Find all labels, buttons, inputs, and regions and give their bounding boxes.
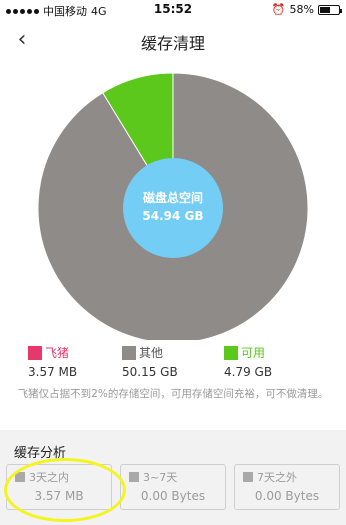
square-icon <box>129 472 139 482</box>
center-label: 磁盘总空间 <box>142 190 203 205</box>
center-value: 54.94 GB <box>142 209 203 223</box>
cache-analysis-section: 缓存分析 3天之内 3.57 MB 3~7天 0.00 Bytes 7天之外 0… <box>0 430 346 525</box>
tile-label: 3~7天 <box>143 471 178 484</box>
legend-swatch <box>122 345 136 360</box>
tile-label: 3天之内 <box>29 471 69 484</box>
page-title: 缓存清理 <box>140 34 205 53</box>
battery-icon <box>318 4 342 15</box>
disk-usage-chart: 磁盘总空间 54.94 GB <box>0 60 346 344</box>
chart-legend: 飞猪 3.57 MB 其他 50.15 GB 可用 4.79 GB <box>0 340 346 380</box>
square-icon <box>243 472 253 482</box>
nav-bar: ‹ 缓存清理 <box>0 20 346 60</box>
legend-swatch <box>28 345 42 360</box>
legend-item-other: 其他 50.15 GB <box>122 344 178 379</box>
tile-value: 0.00 Bytes <box>254 489 320 503</box>
pie-chart: 磁盘总空间 54.94 GB <box>37 72 309 344</box>
legend-item-feizhu: 飞猪 3.57 MB <box>28 344 77 379</box>
legend-value: 3.57 MB <box>28 365 78 379</box>
legend-swatch <box>224 345 238 360</box>
legend-value: 4.79 GB <box>224 365 273 379</box>
tile-within-3-days[interactable]: 3天之内 3.57 MB <box>6 464 112 510</box>
status-bar: 中国移动 4G 15:52 ⏰ 58% <box>0 0 346 20</box>
tile-value: 0.00 Bytes <box>140 489 206 503</box>
section-title: 缓存分析 <box>14 446 67 461</box>
status-right: ⏰ 58% <box>271 3 342 16</box>
legend-value: 50.15 GB <box>122 365 178 379</box>
tile-over-7-days[interactable]: 7天之外 0.00 Bytes <box>234 464 340 510</box>
legend-label: 可用 <box>241 346 266 360</box>
square-icon <box>15 472 25 482</box>
storage-note: 飞猪仅占据不到2%的存储空间，可用存储空间充裕，可不做清理。 <box>17 388 329 400</box>
tile-3-to-7-days[interactable]: 3~7天 0.00 Bytes <box>120 464 226 510</box>
center-circle <box>123 158 223 258</box>
battery-percent: 58% <box>289 3 314 16</box>
tile-value: 3.57 MB <box>34 489 84 503</box>
legend-label: 其他 <box>139 346 164 360</box>
alarm-icon: ⏰ <box>271 3 286 16</box>
legend-item-available: 可用 4.79 GB <box>224 344 272 379</box>
legend-label: 飞猪 <box>45 346 70 360</box>
tile-label: 7天之外 <box>257 471 297 484</box>
